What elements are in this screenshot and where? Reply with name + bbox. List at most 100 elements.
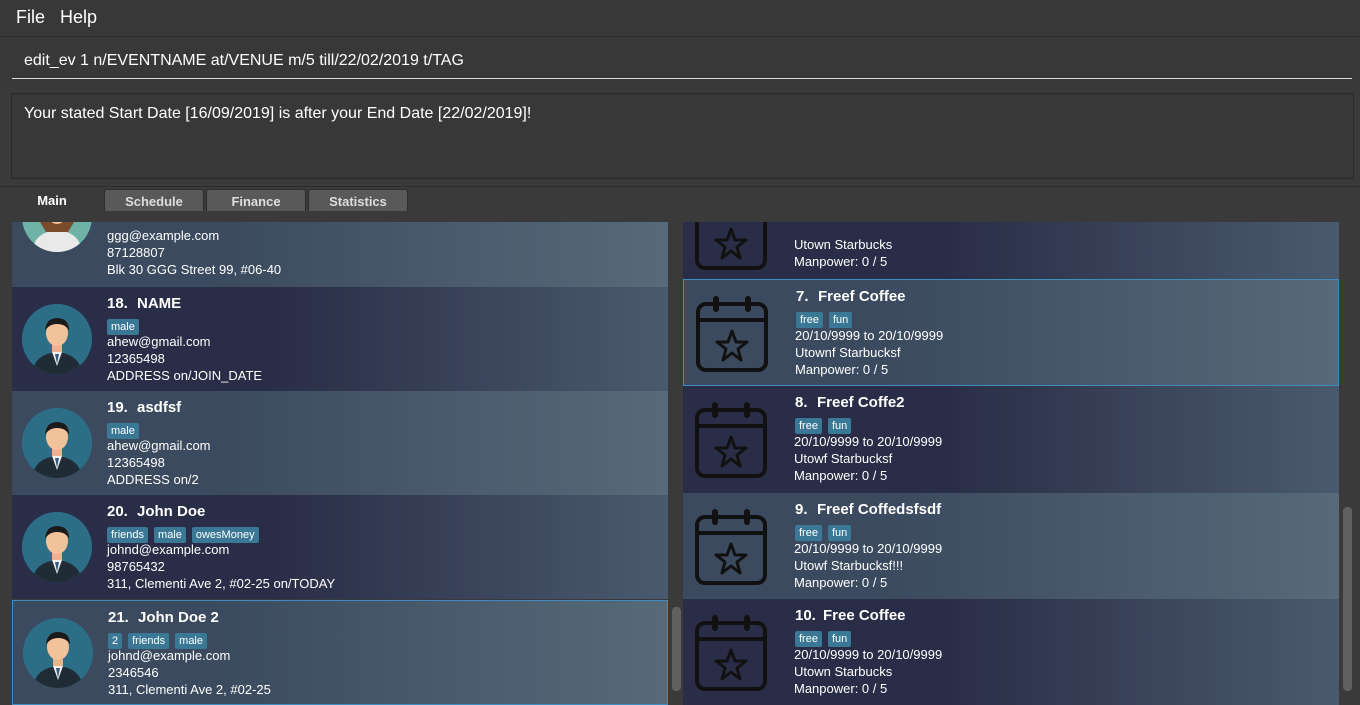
tag: free — [795, 418, 822, 434]
event-index: 9. — [795, 501, 808, 518]
tag-list: male — [107, 317, 145, 335]
person-name: NAME — [137, 295, 182, 312]
event-manpower: Manpower: 0 / 5 — [795, 362, 889, 377]
person-phone: 12365498 — [107, 455, 165, 470]
event-manpower: Manpower: 0 / 5 — [794, 681, 888, 696]
menu-help[interactable]: Help — [60, 7, 97, 28]
tag-list: male — [107, 421, 145, 439]
person-name: 18. — [107, 295, 128, 312]
menu-bar: File Help — [0, 0, 1360, 37]
tag: free — [796, 312, 823, 328]
person-email: johnd@example.com — [108, 648, 231, 663]
person-card[interactable]: 18. NAME male ahew@gmail.com 12365498 ADDRESS… — [12, 287, 668, 391]
tab-schedule[interactable]: Schedule — [104, 189, 204, 212]
person-address: ADDRESS on/2 — [107, 472, 199, 487]
person-email: ahew@gmail.com — [107, 334, 211, 349]
tag: 2 — [108, 633, 123, 649]
event-manpower: Manpower: 0 / 5 — [794, 468, 888, 483]
event-list[interactable]: Utown Starbucks Manpower: 0 / 5 7. Freef Co… — [683, 222, 1339, 705]
result-display: Your stated Start Date [16/09/2019] is a… — [11, 93, 1354, 179]
person-card[interactable]: 19. asdfsf male ahew@gmail.com 12365498 ADDRE… — [12, 391, 668, 495]
tag: fun — [827, 418, 852, 434]
event-venue: Utown Starbucks — [794, 237, 893, 252]
person-name: asdfsf — [137, 399, 182, 416]
event-dates: 20/10/9999 to 20/10/9999 — [794, 647, 943, 662]
tag: friends — [128, 633, 170, 649]
event-name: Freef Coffee — [818, 288, 906, 305]
person-card[interactable]: 21. John Doe 2 2 friends male johnd@example.c… — [12, 600, 668, 705]
event-name: Free Coffee — [823, 607, 906, 624]
command-box — [0, 37, 1360, 87]
tag: male — [107, 423, 139, 439]
tag-list: free fun — [795, 629, 857, 647]
avatar — [23, 618, 93, 688]
tag: male — [154, 527, 186, 543]
avatar — [22, 408, 92, 478]
tab-statistics[interactable]: Statistics — [308, 189, 408, 212]
event-manpower: Manpower: 0 / 5 — [794, 575, 888, 590]
person-name: 20. — [107, 503, 128, 520]
tag: fun — [827, 631, 852, 647]
tag: owesMoney — [191, 527, 259, 543]
avatar — [22, 512, 92, 582]
event-manpower: Manpower: 0 / 5 — [794, 254, 888, 269]
tag: free — [795, 631, 822, 647]
event-card[interactable]: 8. Freef Coffe2 free fun 20/10/9999 to 20/10… — [683, 386, 1339, 493]
person-email: ahew@gmail.com — [107, 438, 211, 453]
tab-main[interactable]: Main — [2, 189, 102, 212]
result-message: Your stated Start Date [16/09/2019] is a… — [24, 105, 532, 122]
person-phone: 98765432 — [107, 559, 165, 574]
event-card[interactable]: Utown Starbucks Manpower: 0 / 5 — [683, 222, 1339, 279]
avatar — [22, 222, 92, 252]
event-card[interactable]: 9. Freef Coffedsfsdf free fun 20/10/9999 to … — [683, 493, 1339, 599]
event-index: 8. — [795, 394, 808, 411]
person-list[interactable]: ggg@example.com 87128807 Blk 30 GGG Street… — [12, 222, 668, 705]
event-card[interactable]: 7. Freef Coffee free fun 20/10/9999 to 20/10… — [683, 279, 1339, 386]
calendar-star-icon — [693, 613, 769, 693]
event-venue: Utowf Starbucksf!!! — [794, 558, 904, 573]
calendar-star-icon — [693, 222, 769, 272]
main-panel: ggg@example.com 87128807 Blk 30 GGG Street… — [0, 211, 1360, 705]
person-email: johnd@example.com — [107, 542, 230, 557]
person-name: John Doe 2 — [138, 609, 219, 626]
tag: fun — [828, 312, 853, 328]
event-venue: Utown Starbucks — [794, 664, 893, 679]
person-card[interactable]: 20. John Doe friends male owesMoney johnd@exa… — [12, 495, 668, 599]
person-phone: 87128807 — [107, 245, 165, 260]
command-input[interactable] — [12, 43, 1352, 79]
tag: free — [795, 525, 822, 541]
event-name: Freef Coffedsfsdf — [817, 501, 942, 518]
person-email: ggg@example.com — [107, 228, 220, 243]
event-venue: Utownf Starbucksf — [795, 345, 901, 360]
tag-list: free fun — [795, 416, 857, 434]
tab-finance[interactable]: Finance — [206, 189, 306, 212]
person-phone: 2346546 — [108, 665, 159, 680]
event-venue: Utowf Starbucksf — [794, 451, 893, 466]
event-name: Freef Coffe2 — [817, 394, 905, 411]
event-dates: 20/10/9999 to 20/10/9999 — [794, 541, 943, 556]
menu-file[interactable]: File — [16, 7, 45, 28]
tag: male — [175, 633, 207, 649]
tag: friends — [107, 527, 149, 543]
tag: fun — [827, 525, 852, 541]
tag-list: free fun — [795, 523, 857, 541]
tag-list: free fun — [796, 310, 858, 328]
event-card[interactable]: 10. Free Coffee free fun 20/10/9999 to 20/10… — [683, 599, 1339, 705]
tab-bar: Main Schedule Finance Statistics — [0, 186, 1360, 212]
calendar-star-icon — [693, 507, 769, 587]
person-address: 311, Clementi Ave 2, #02-25 — [108, 682, 271, 697]
event-index: 10. — [795, 607, 816, 624]
person-phone: 12365498 — [107, 351, 165, 366]
event-dates: 20/10/9999 to 20/10/9999 — [794, 434, 943, 449]
person-card[interactable]: ggg@example.com 87128807 Blk 30 GGG Street… — [12, 222, 668, 287]
event-dates: 20/10/9999 to 20/10/9999 — [795, 328, 944, 343]
person-name: 21. — [108, 609, 129, 626]
event-index: 7. — [796, 288, 809, 305]
person-list-scrollbar[interactable] — [672, 607, 681, 691]
person-address: Blk 30 GGG Street 99, #06-40 — [107, 262, 282, 277]
event-list-scrollbar[interactable] — [1343, 507, 1352, 691]
tag-list: 2 friends male — [108, 631, 213, 649]
person-name: John Doe — [137, 503, 206, 520]
person-address: 311, Clementi Ave 2, #02-25 on/TODAY — [107, 576, 336, 591]
person-address: ADDRESS on/JOIN_DATE — [107, 368, 263, 383]
